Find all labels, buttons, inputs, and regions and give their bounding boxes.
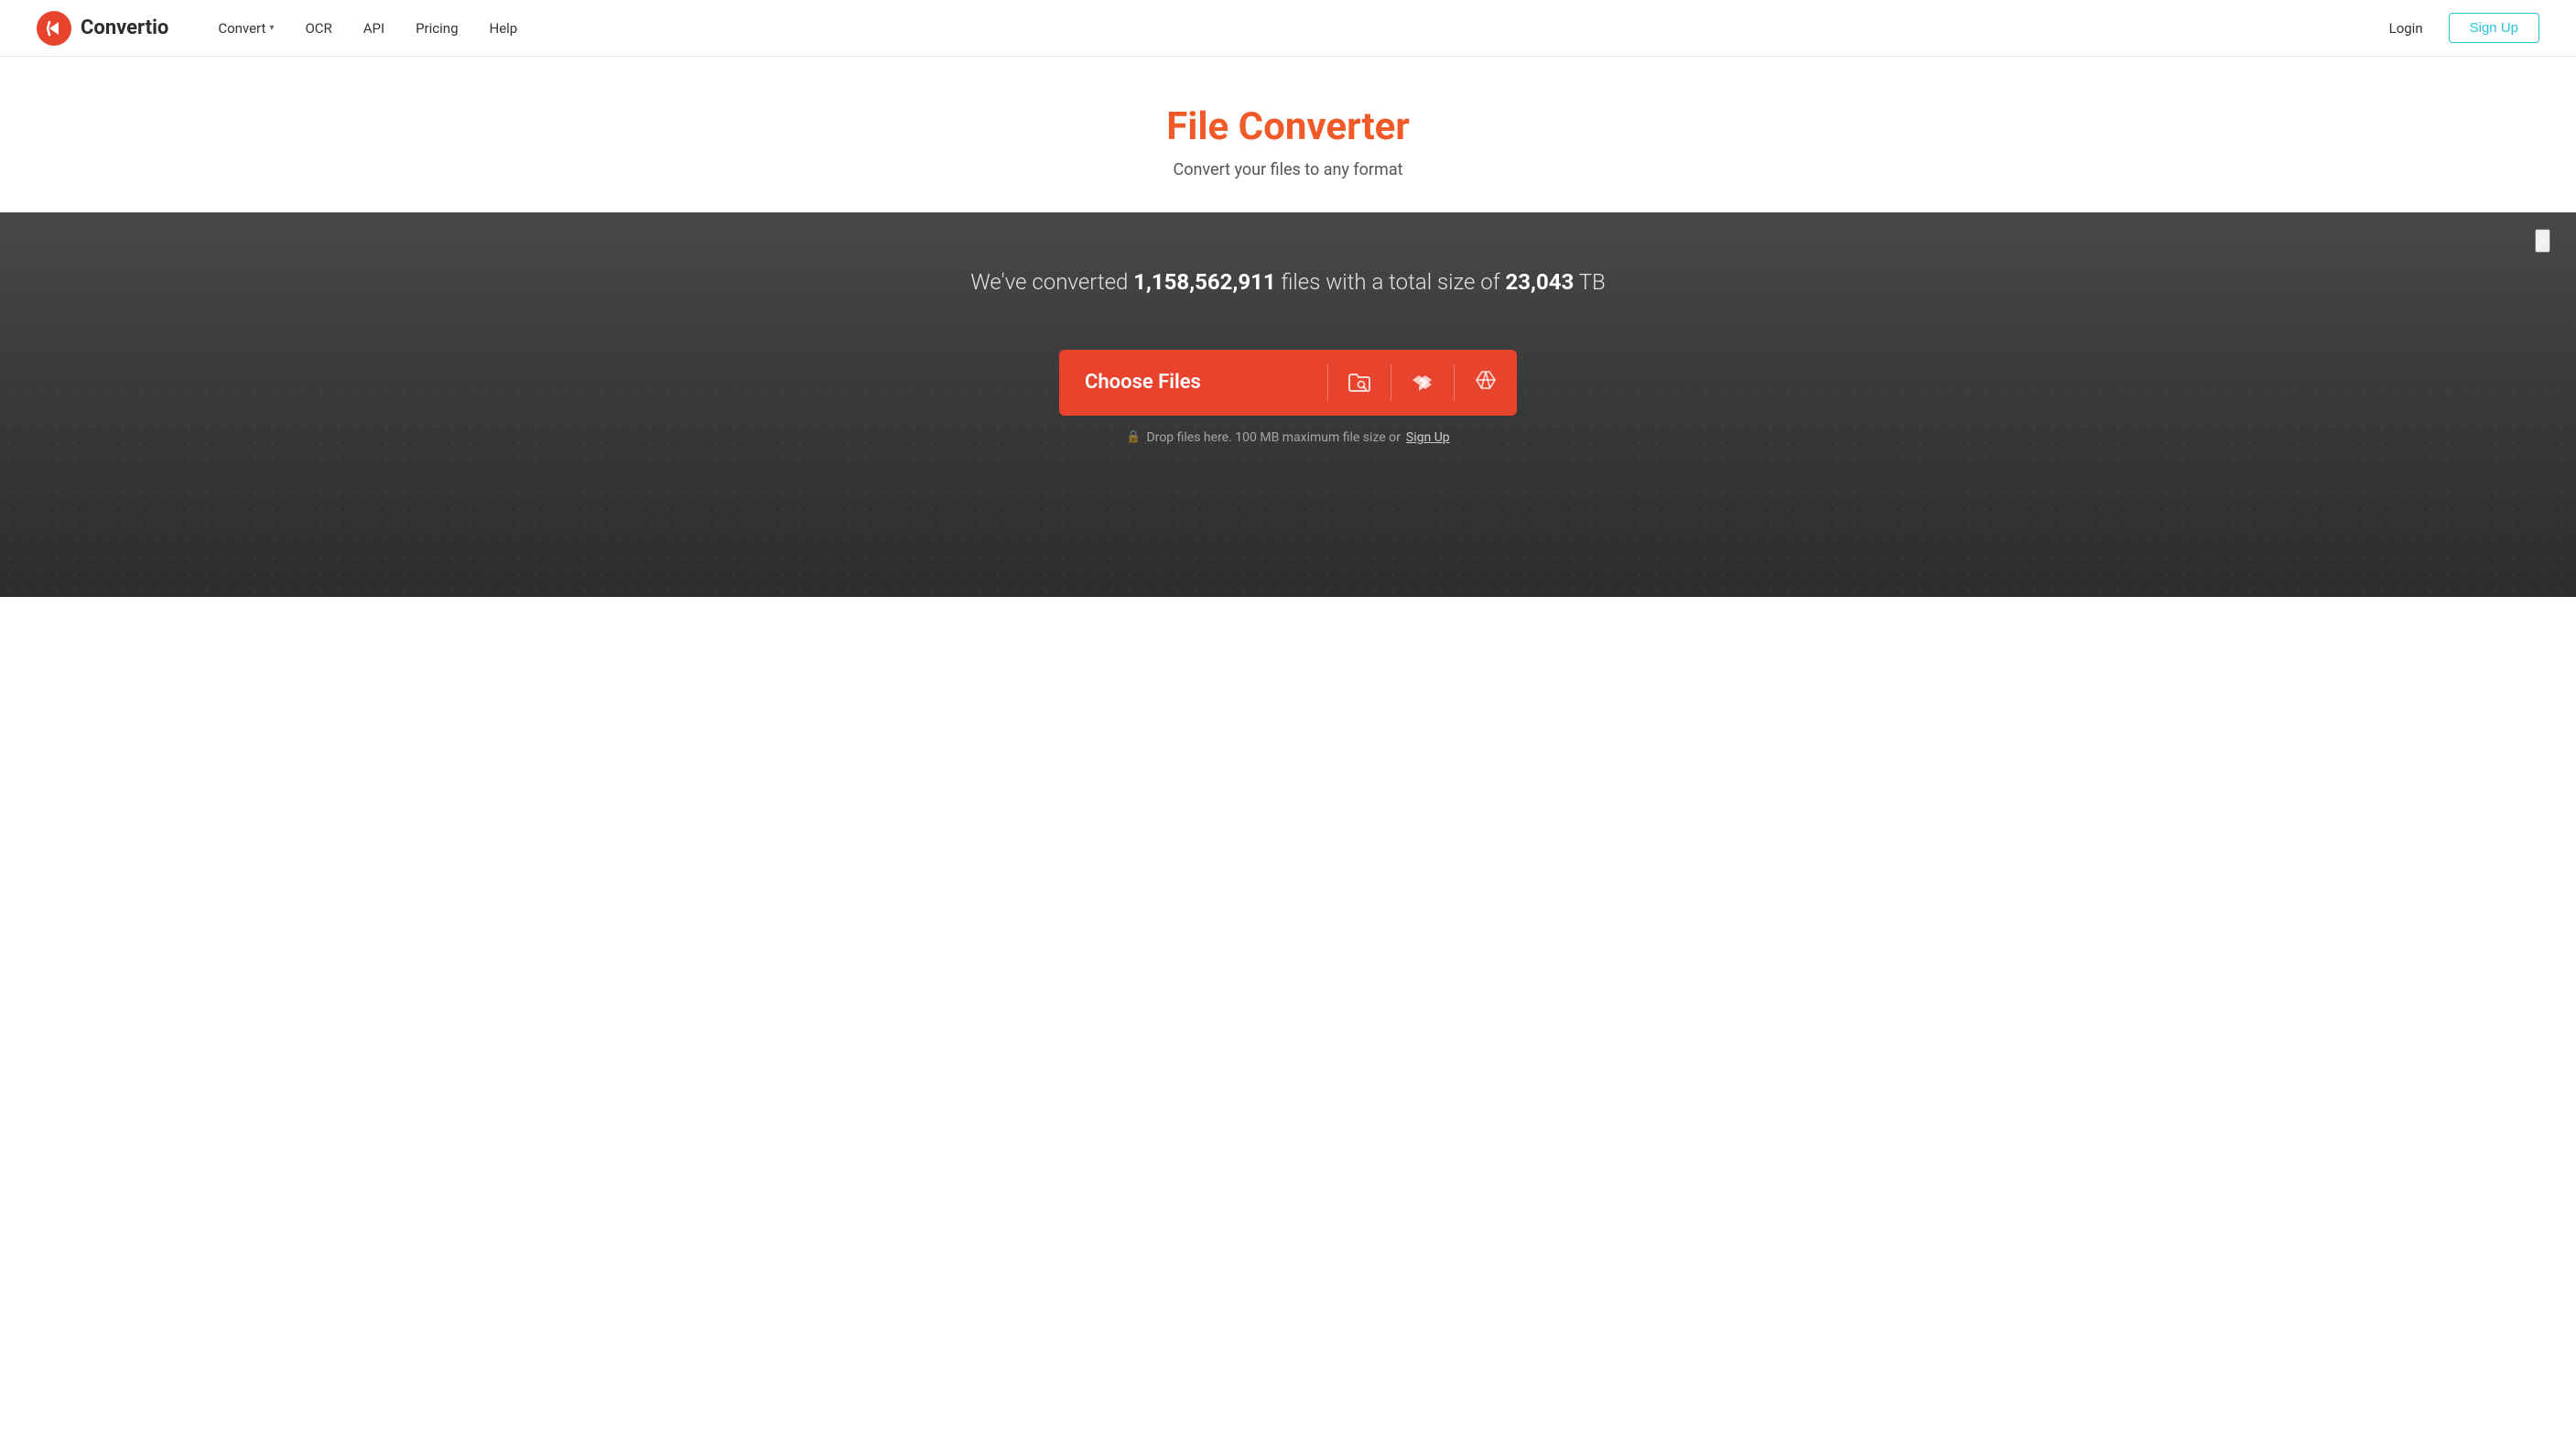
drop-hint: 🔒 Drop files here. 100 MB maximum file s… [1126,430,1449,445]
choose-files-button[interactable]: Choose Files [1059,350,1517,416]
login-button[interactable]: Login [2378,13,2434,44]
folder-icon [1347,370,1372,396]
choose-files-label: Choose Files [1059,371,1327,394]
close-button[interactable]: × [2535,229,2550,253]
nav-item-convert[interactable]: Convert ▾ [205,13,287,44]
dropbox-icon [1410,370,1435,396]
google-drive-icon [1473,370,1499,396]
site-header: Convertio Convert ▾ OCR API Pricing Help… [0,0,2576,57]
hero-section: File Converter Convert your files to any… [0,57,2576,212]
stats-count: 1,158,562,911 [1133,269,1275,295]
logo-icon [37,11,71,46]
logo-link[interactable]: Convertio [37,11,168,46]
nav-item-ocr[interactable]: OCR [292,13,344,44]
page-title: File Converter [18,104,2558,149]
google-drive-button[interactable] [1455,350,1517,416]
nav-item-help[interactable]: Help [477,13,531,44]
local-files-button[interactable] [1328,350,1391,416]
signup-button[interactable]: Sign Up [2449,13,2539,43]
nav-item-api[interactable]: API [351,13,397,44]
stats-size: 23,043 [1506,269,1575,295]
upload-area: Choose Files [18,350,2558,445]
convert-chevron-icon: ▾ [269,23,274,33]
header-auth: Login Sign Up [2378,13,2539,44]
lock-icon: 🔒 [1126,430,1141,444]
logo-text: Convertio [81,16,168,39]
nav-item-pricing[interactable]: Pricing [403,13,471,44]
converter-section: × We've converted 1,158,562,911 files wi… [0,212,2576,597]
main-nav: Convert ▾ OCR API Pricing Help [205,13,2377,44]
hero-subtitle: Convert your files to any format [18,160,2558,179]
stats-text: We've converted 1,158,562,911 files with… [18,267,2558,298]
signup-link[interactable]: Sign Up [1406,430,1450,445]
dropbox-button[interactable] [1391,350,1454,416]
